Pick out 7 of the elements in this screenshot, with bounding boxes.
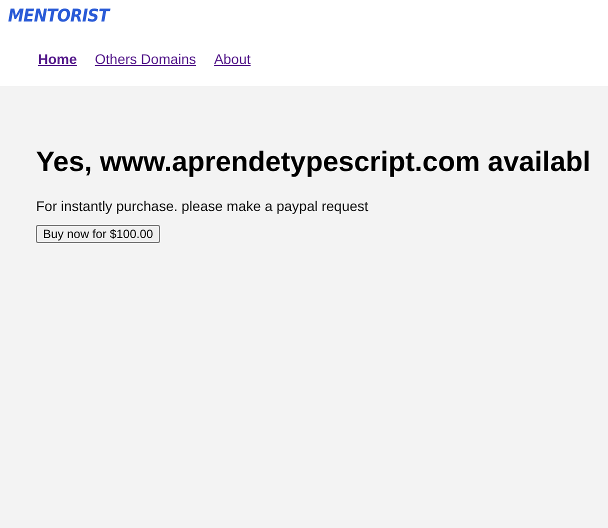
buy-button[interactable]: Buy now for $100.00 — [36, 225, 160, 243]
nav-link[interactable]: Home — [38, 51, 77, 67]
purchase-message: For instantly purchase. please make a paypal request — [36, 198, 368, 214]
nav-link[interactable]: About — [214, 51, 251, 67]
page-heading: Yes, www.aprendetypescript.com availabl — [36, 146, 591, 178]
logo: MENTORIST — [8, 5, 109, 26]
nav-link[interactable]: Others Domains — [94, 51, 196, 67]
